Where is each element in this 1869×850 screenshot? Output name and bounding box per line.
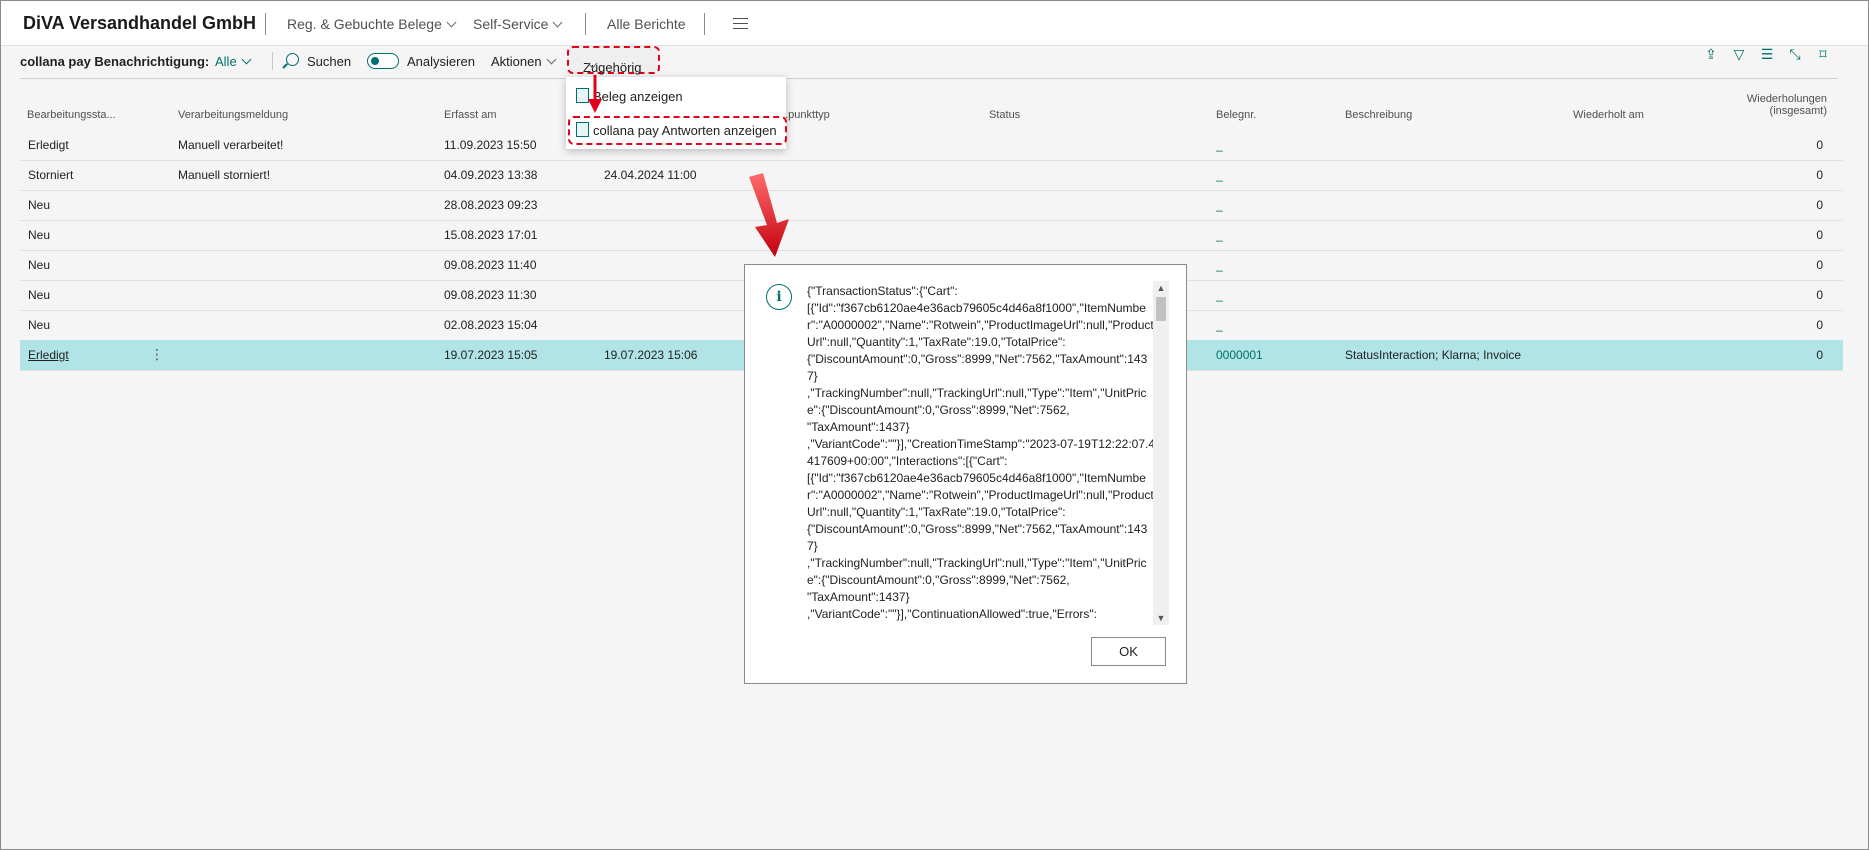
menu-item-label: Beleg anzeigen — [593, 89, 683, 104]
cell-message: Manuell storniert! — [178, 168, 271, 182]
table-header: Bearbeitungssta... Verarbeitungsmeldung … — [1, 91, 1868, 129]
row-more-options-icon[interactable]: ⋮ — [150, 346, 164, 363]
col-message[interactable]: Verarbeitungsmeldung — [178, 109, 288, 121]
cell-count: 0 — [1816, 168, 1823, 182]
company-name[interactable]: DiVA Versandhandel GmbH — [23, 13, 256, 34]
cell-created: 15.08.2023 17:01 — [444, 228, 538, 242]
annotation-arrow — [749, 173, 789, 257]
header-divider — [20, 78, 1838, 79]
cell-message: Manuell verarbeitet! — [178, 138, 284, 152]
filter-label: Alle — [215, 54, 237, 69]
cell-created: 19.07.2023 15:05 — [444, 348, 538, 362]
analyze-label: Analysieren — [407, 54, 475, 69]
cell-count: 0 — [1816, 348, 1823, 362]
nav-divider — [585, 13, 586, 35]
col-state[interactable]: Status — [989, 109, 1020, 121]
nav-label: Self-Service — [473, 16, 549, 32]
cell-status[interactable]: Neu — [28, 228, 50, 242]
cell-docno[interactable]: _ — [1216, 198, 1223, 212]
chevron-down-icon — [546, 54, 557, 65]
col-description[interactable]: Beschreibung — [1345, 109, 1412, 121]
cell-count: 0 — [1816, 258, 1823, 272]
cell-docno[interactable]: _ — [1216, 258, 1223, 272]
cell-time2: 24.04.2024 11:00 — [604, 168, 697, 182]
cell-status[interactable]: Erledigt — [28, 348, 69, 362]
table-row[interactable]: Storniert Manuell storniert! 04.09.2023 … — [20, 160, 1843, 191]
nav-label: Reg. & Gebuchte Belege — [287, 16, 442, 32]
nav-self-service[interactable]: Self-Service — [473, 16, 563, 32]
top-navigation: DiVA Versandhandel GmbH Reg. & Gebuchte … — [1, 1, 1868, 46]
annotation-arrow — [588, 75, 602, 113]
scroll-up-icon[interactable]: ▲ — [1153, 281, 1169, 295]
search-button[interactable]: Suchen — [307, 54, 351, 69]
info-icon: i — [766, 284, 792, 310]
nav-divider — [265, 13, 266, 35]
nav-alle-berichte[interactable]: Alle Berichte — [607, 16, 686, 32]
dialog-message: {"TransactionStatus":{"Cart": [{"Id":"f3… — [807, 284, 1155, 621]
actions-menu[interactable]: Aktionen — [491, 54, 557, 69]
col-created[interactable]: Erfasst am — [444, 109, 497, 121]
search-icon[interactable] — [286, 53, 299, 66]
action-bar: collana pay Benachrichtigung: Alle Suche… — [1, 46, 1868, 78]
chevron-down-icon — [446, 17, 457, 28]
actionbar-divider — [272, 52, 273, 70]
cell-count: 0 — [1816, 138, 1823, 152]
table-row[interactable]: Erledigt Manuell verarbeitet! 11.09.2023… — [20, 130, 1843, 161]
cell-count: 0 — [1816, 198, 1823, 212]
table-row[interactable]: Neu 15.08.2023 17:01 _ 0 — [20, 220, 1843, 251]
cell-docno[interactable]: 0000001 — [1216, 348, 1263, 362]
cell-docno[interactable]: _ — [1216, 228, 1223, 242]
analyze-toggle[interactable] — [367, 53, 399, 69]
bookmark-icon[interactable]: ⌑ — [1815, 46, 1831, 62]
dialog-scrollbar[interactable]: ▲ ▼ — [1153, 281, 1169, 625]
cell-status[interactable]: Erledigt — [28, 138, 69, 152]
cell-status[interactable]: Neu — [28, 258, 50, 272]
col-repeats-line1: Wiederholungen — [1746, 93, 1827, 105]
highlight-marker — [568, 116, 787, 145]
cell-created: 02.08.2023 15:04 — [444, 318, 538, 332]
nav-divider — [704, 13, 705, 35]
cell-status[interactable]: Neu — [28, 288, 50, 302]
col-repeated-on[interactable]: Wiederholt am — [1573, 109, 1644, 121]
app-window: DiVA Versandhandel GmbH Reg. & Gebuchte … — [0, 0, 1869, 850]
cell-docno[interactable]: _ — [1216, 168, 1223, 182]
col-repeats-line2: (insgesamt) — [1769, 105, 1827, 117]
chevron-down-icon — [241, 54, 252, 65]
cell-created: 09.08.2023 11:30 — [444, 288, 537, 302]
col-status[interactable]: Bearbeitungssta... — [27, 109, 116, 121]
cell-created: 11.09.2023 15:50 — [444, 138, 537, 152]
cell-docno[interactable]: _ — [1216, 288, 1223, 302]
cell-created: 04.09.2023 13:38 — [444, 168, 538, 182]
list-view-icon[interactable]: ☰ — [1759, 46, 1775, 62]
message-dialog: i {"TransactionStatus":{"Cart": [{"Id":"… — [744, 264, 1187, 684]
filter-select[interactable]: Alle — [215, 54, 252, 69]
related-menu[interactable]: Zugehörig — [567, 46, 660, 75]
col-docno[interactable]: Belegnr. — [1216, 109, 1256, 121]
page-title: collana pay Benachrichtigung: — [20, 54, 210, 69]
cell-status[interactable]: Storniert — [28, 168, 73, 182]
cell-status[interactable]: Neu — [28, 198, 50, 212]
nav-reg-gebuchte-belege[interactable]: Reg. & Gebuchte Belege — [287, 16, 457, 32]
scroll-thumb[interactable] — [1156, 297, 1166, 321]
chevron-down-icon — [553, 17, 563, 28]
cell-count: 0 — [1816, 288, 1823, 302]
table-row[interactable]: Neu 28.08.2023 09:23 _ 0 — [20, 190, 1843, 221]
menu-icon[interactable] — [733, 18, 748, 29]
actions-label: Aktionen — [491, 54, 542, 69]
cell-docno[interactable]: _ — [1216, 138, 1223, 152]
cell-docno[interactable]: _ — [1216, 318, 1223, 332]
share-icon[interactable]: ⇪ — [1703, 46, 1719, 62]
cell-status[interactable]: Neu — [28, 318, 50, 332]
ok-button[interactable]: OK — [1091, 637, 1166, 666]
cell-time2: 19.07.2023 15:06 — [604, 348, 698, 362]
cell-created: 28.08.2023 09:23 — [444, 198, 538, 212]
col-repeats[interactable]: Wiederholungen (insgesamt) — [1721, 93, 1827, 117]
scroll-down-icon[interactable]: ▼ — [1153, 611, 1169, 625]
cell-created: 09.08.2023 11:40 — [444, 258, 537, 272]
cell-count: 0 — [1816, 318, 1823, 332]
cell-count: 0 — [1816, 228, 1823, 242]
collapse-icon[interactable]: ⤡ — [1787, 46, 1803, 62]
cell-description: StatusInteraction; Klarna; Invoice — [1345, 348, 1522, 362]
filter-icon[interactable]: ▽ — [1731, 46, 1747, 62]
